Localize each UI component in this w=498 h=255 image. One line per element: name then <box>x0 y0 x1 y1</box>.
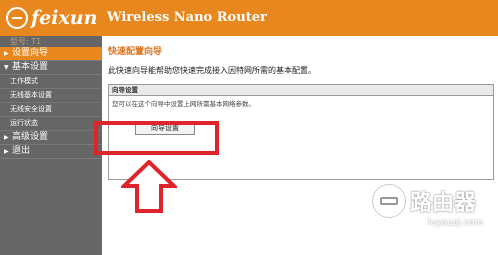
sidebar-item-logout[interactable]: ▶ 退出 <box>0 145 102 159</box>
sidebar-nav: ▶ 设置向导 ▼ 基本设置 工作模式 无线基本设置 无线安全设置 运行状态 ▶ … <box>0 47 102 159</box>
feixun-logo-icon <box>6 7 28 29</box>
sidebar-item-setup-wizard[interactable]: ▶ 设置向导 <box>0 47 102 61</box>
sidebar-item-label: 退出 <box>12 146 31 156</box>
sidebar-item-label: 基本设置 <box>12 62 49 72</box>
watermark: 路由器 luyouqi.com <box>368 182 496 242</box>
header-bar: feixun Wireless Nano Router <box>0 0 498 36</box>
sidebar-subitem-wireless-security[interactable]: 无线安全设置 <box>0 103 102 117</box>
highlight-box <box>94 121 219 155</box>
panel-title: 向导设置 <box>109 85 493 96</box>
panel-text: 您可以在这个向导中设置上网所需基本网络参数。 <box>112 100 255 108</box>
router-icon <box>372 184 406 218</box>
sidebar-item-advanced-settings[interactable]: ▶ 高级设置 <box>0 131 102 145</box>
arrow-right-icon: ▶ <box>4 134 9 141</box>
brand-logo: feixun <box>6 6 97 30</box>
sidebar-item-label: 设置向导 <box>12 48 49 58</box>
arrow-right-icon: ▶ <box>4 148 9 155</box>
watermark-url: luyouqi.com <box>428 218 484 228</box>
product-name: Wireless Nano Router <box>107 10 267 25</box>
sidebar-item-basic-settings[interactable]: ▼ 基本设置 <box>0 61 102 75</box>
sidebar: 型号: T1 ▶ 设置向导 ▼ 基本设置 工作模式 无线基本设置 无线安全设置 … <box>0 36 102 255</box>
sidebar-item-label: 高级设置 <box>12 132 49 142</box>
logo-text: feixun <box>31 7 98 29</box>
sidebar-subitem-work-mode[interactable]: 工作模式 <box>0 75 102 89</box>
page-title: 快速配置向导 <box>108 47 163 57</box>
model-label: 型号: T1 <box>10 37 42 46</box>
watermark-title: 路由器 <box>410 191 477 216</box>
arrow-down-icon: ▼ <box>4 64 9 71</box>
page-description: 此快速向导能帮助您快速完成接入因特网所需的基本配置。 <box>108 66 316 75</box>
up-arrow-icon <box>121 160 177 213</box>
arrow-right-icon: ▶ <box>4 50 9 57</box>
sidebar-subitem-wireless-basic[interactable]: 无线基本设置 <box>0 89 102 103</box>
sidebar-subitem-run-status[interactable]: 运行状态 <box>0 117 102 131</box>
